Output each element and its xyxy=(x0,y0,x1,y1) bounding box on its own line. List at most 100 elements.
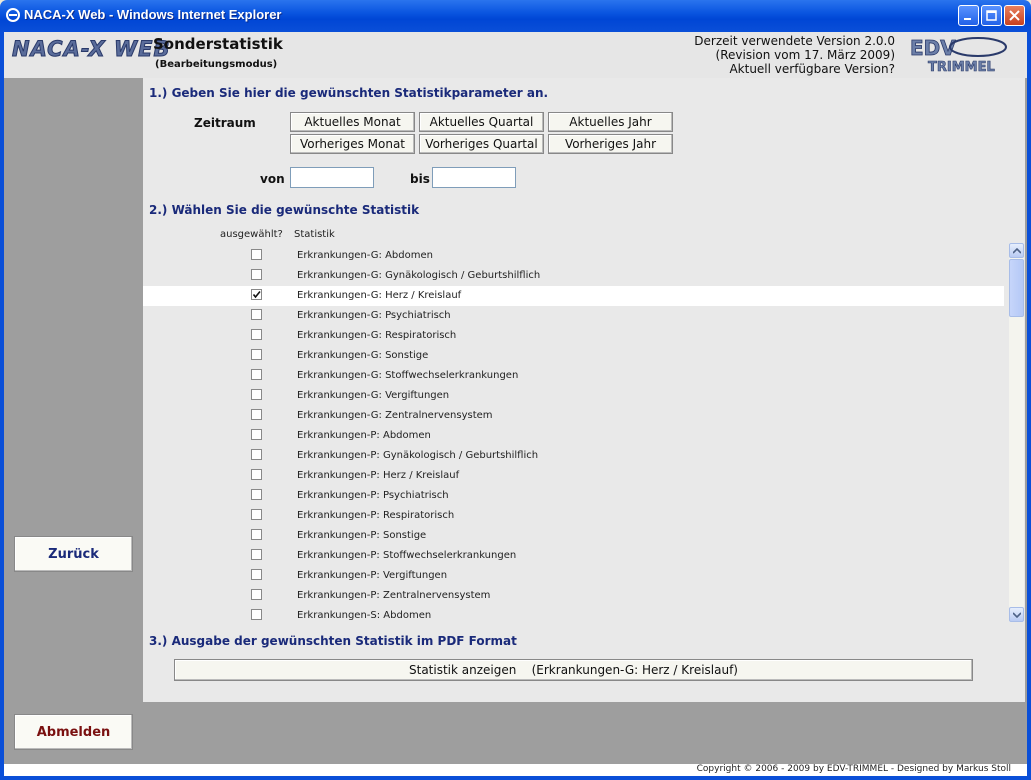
list-scrollbar[interactable] xyxy=(1009,243,1024,622)
to-label: bis xyxy=(410,172,430,186)
current-quarter-button[interactable]: Aktuelles Quartal xyxy=(419,112,544,132)
statistic-checkbox[interactable] xyxy=(251,549,262,560)
period-label: Zeitraum xyxy=(194,116,256,130)
list-item[interactable]: Erkrankungen-G: Psychiatrisch xyxy=(143,306,1004,326)
statistic-label: Erkrankungen-G: Psychiatrisch xyxy=(297,310,451,321)
close-button[interactable] xyxy=(1004,5,1025,26)
right-margin xyxy=(1025,78,1027,764)
statistic-label: Erkrankungen-P: Gynäkologisch / Geburtsh… xyxy=(297,450,539,461)
statistic-checkbox[interactable] xyxy=(251,289,262,300)
from-date-input[interactable] xyxy=(290,167,374,188)
statistic-label: Erkrankungen-G: Herz / Kreislauf xyxy=(297,290,462,301)
scroll-thumb[interactable] xyxy=(1009,259,1024,317)
list-item[interactable]: Erkrankungen-P: Zentralnervensystem xyxy=(143,586,1004,606)
list-item[interactable]: Erkrankungen-P: Respiratorisch xyxy=(143,506,1004,526)
statistic-checkbox[interactable] xyxy=(251,429,262,440)
maximize-icon xyxy=(986,10,997,21)
statistic-label: Erkrankungen-G: Respiratorisch xyxy=(297,330,457,341)
statistic-label: Erkrankungen-P: Herz / Kreislauf xyxy=(297,470,460,481)
statistic-label: Erkrankungen-P: Sonstige xyxy=(297,530,427,541)
statistic-label: Erkrankungen-P: Psychiatrisch xyxy=(297,490,449,501)
window-titlebar[interactable]: NACA-X Web - Windows Internet Explorer xyxy=(0,0,1031,32)
ie-icon xyxy=(6,8,20,22)
previous-quarter-button[interactable]: Vorheriges Quartal xyxy=(419,134,544,154)
list-item[interactable]: Erkrankungen-G: Vergiftungen xyxy=(143,386,1004,406)
statistic-checkbox[interactable] xyxy=(251,349,262,360)
previous-year-button[interactable]: Vorheriges Jahr xyxy=(548,134,673,154)
statistic-label: Erkrankungen-G: Stoffwechselerkrankungen xyxy=(297,370,519,381)
svg-text:TRIMMEL: TRIMMEL xyxy=(928,60,995,75)
statistic-checkbox[interactable] xyxy=(251,369,262,380)
bottom-margin xyxy=(143,702,1027,764)
logout-button[interactable]: Abmelden xyxy=(14,714,133,750)
minimize-button[interactable] xyxy=(958,5,979,26)
list-item[interactable]: Erkrankungen-G: Zentralnervensystem xyxy=(143,406,1004,426)
section2-heading: 2.) Wählen Sie die gewünschte Statistik xyxy=(149,203,420,217)
version-info: Derzeit verwendete Version 2.0.0 (Revisi… xyxy=(694,34,895,76)
current-month-button[interactable]: Aktuelles Monat xyxy=(290,112,415,132)
statistic-checkbox[interactable] xyxy=(251,509,262,520)
list-item[interactable]: Erkrankungen-G: Respiratorisch xyxy=(143,326,1004,346)
statistic-label: Erkrankungen-P: Stoffwechselerkrankungen xyxy=(297,550,517,561)
statistic-checkbox[interactable] xyxy=(251,309,262,320)
list-item[interactable]: Erkrankungen-G: Abdomen xyxy=(143,246,1004,266)
scroll-up-button[interactable] xyxy=(1009,243,1024,258)
statistic-checkbox[interactable] xyxy=(251,569,262,580)
statistic-checkbox[interactable] xyxy=(251,329,262,340)
statistic-checkbox[interactable] xyxy=(251,389,262,400)
column-header-statistic: Statistik xyxy=(294,229,335,240)
statistic-checkbox[interactable] xyxy=(251,249,262,260)
section3-heading: 3.) Ausgabe der gewünschten Statistik im… xyxy=(149,634,517,648)
statistic-checkbox[interactable] xyxy=(251,469,262,480)
version-revision: (Revision vom 17. März 2009) xyxy=(715,48,895,62)
main-content: 1.) Geben Sie hier die gewünschten Stati… xyxy=(143,78,1025,702)
sidebar: Zurück Abmelden xyxy=(4,78,143,764)
previous-month-button[interactable]: Vorheriges Monat xyxy=(290,134,415,154)
window-title: NACA-X Web - Windows Internet Explorer xyxy=(24,7,282,22)
naca-x-logo: NACA-X WEB xyxy=(11,37,171,62)
statistic-label: Erkrankungen-P: Vergiftungen xyxy=(297,570,448,581)
statistic-checkbox[interactable] xyxy=(251,609,262,620)
list-item[interactable]: Erkrankungen-G: Stoffwechselerkrankungen xyxy=(143,366,1004,386)
list-item[interactable]: Erkrankungen-G: Herz / Kreislauf xyxy=(143,286,1004,306)
statistic-label: Erkrankungen-G: Sonstige xyxy=(297,350,429,361)
statistic-checkbox[interactable] xyxy=(251,529,262,540)
footer: Copyright © 2006 - 2009 by EDV-TRIMMEL -… xyxy=(4,764,1027,776)
scroll-down-button[interactable] xyxy=(1009,607,1024,622)
statistic-checkbox[interactable] xyxy=(251,449,262,460)
maximize-button[interactable] xyxy=(981,5,1002,26)
statistic-checkbox[interactable] xyxy=(251,489,262,500)
statistic-checkbox[interactable] xyxy=(251,589,262,600)
list-item[interactable]: Erkrankungen-P: Abdomen xyxy=(143,426,1004,446)
statistic-label: Erkrankungen-P: Respiratorisch xyxy=(297,510,455,521)
list-item[interactable]: Erkrankungen-P: Herz / Kreislauf xyxy=(143,466,1004,486)
chevron-up-icon xyxy=(1013,248,1021,254)
list-item[interactable]: Erkrankungen-P: Vergiftungen xyxy=(143,566,1004,586)
list-item[interactable]: Erkrankungen-P: Psychiatrisch xyxy=(143,486,1004,506)
show-statistic-button[interactable]: Statistik anzeigen (Erkrankungen-G: Herz… xyxy=(174,659,973,681)
statistic-checkbox[interactable] xyxy=(251,409,262,420)
list-item[interactable]: Erkrankungen-P: Stoffwechselerkrankungen xyxy=(143,546,1004,566)
window-frame-right xyxy=(1027,32,1031,780)
version-check-link[interactable]: Aktuell verfügbare Version? xyxy=(694,62,895,76)
current-year-button[interactable]: Aktuelles Jahr xyxy=(548,112,673,132)
to-date-input[interactable] xyxy=(432,167,516,188)
list-item[interactable]: Erkrankungen-G: Gynäkologisch / Geburtsh… xyxy=(143,266,1004,286)
statistic-checkbox[interactable] xyxy=(251,269,262,280)
statistic-label: Erkrankungen-P: Zentralnervensystem xyxy=(297,590,491,601)
back-button[interactable]: Zurück xyxy=(14,536,133,572)
minimize-icon xyxy=(964,18,971,20)
close-icon xyxy=(1009,10,1020,21)
page-title: Sonderstatistik xyxy=(153,35,283,53)
statistic-list[interactable]: Erkrankungen-G: Abdomen Erkrankungen-G: G… xyxy=(143,246,1007,622)
window-frame-bottom xyxy=(0,776,1031,780)
statistic-label: Erkrankungen-G: Abdomen xyxy=(297,250,433,261)
section1-heading: 1.) Geben Sie hier die gewünschten Stati… xyxy=(149,86,549,100)
list-item[interactable]: Erkrankungen-G: Sonstige xyxy=(143,346,1004,366)
app-header: NACA-X WEB Sonderstatistik (Bearbeitungs… xyxy=(4,32,1027,78)
list-item[interactable]: Erkrankungen-S: Abdomen xyxy=(143,606,1004,622)
column-header-selected: ausgewählt? xyxy=(220,229,283,240)
list-item[interactable]: Erkrankungen-P: Gynäkologisch / Geburtsh… xyxy=(143,446,1004,466)
list-item[interactable]: Erkrankungen-P: Sonstige xyxy=(143,526,1004,546)
checkmark-icon xyxy=(252,290,261,299)
